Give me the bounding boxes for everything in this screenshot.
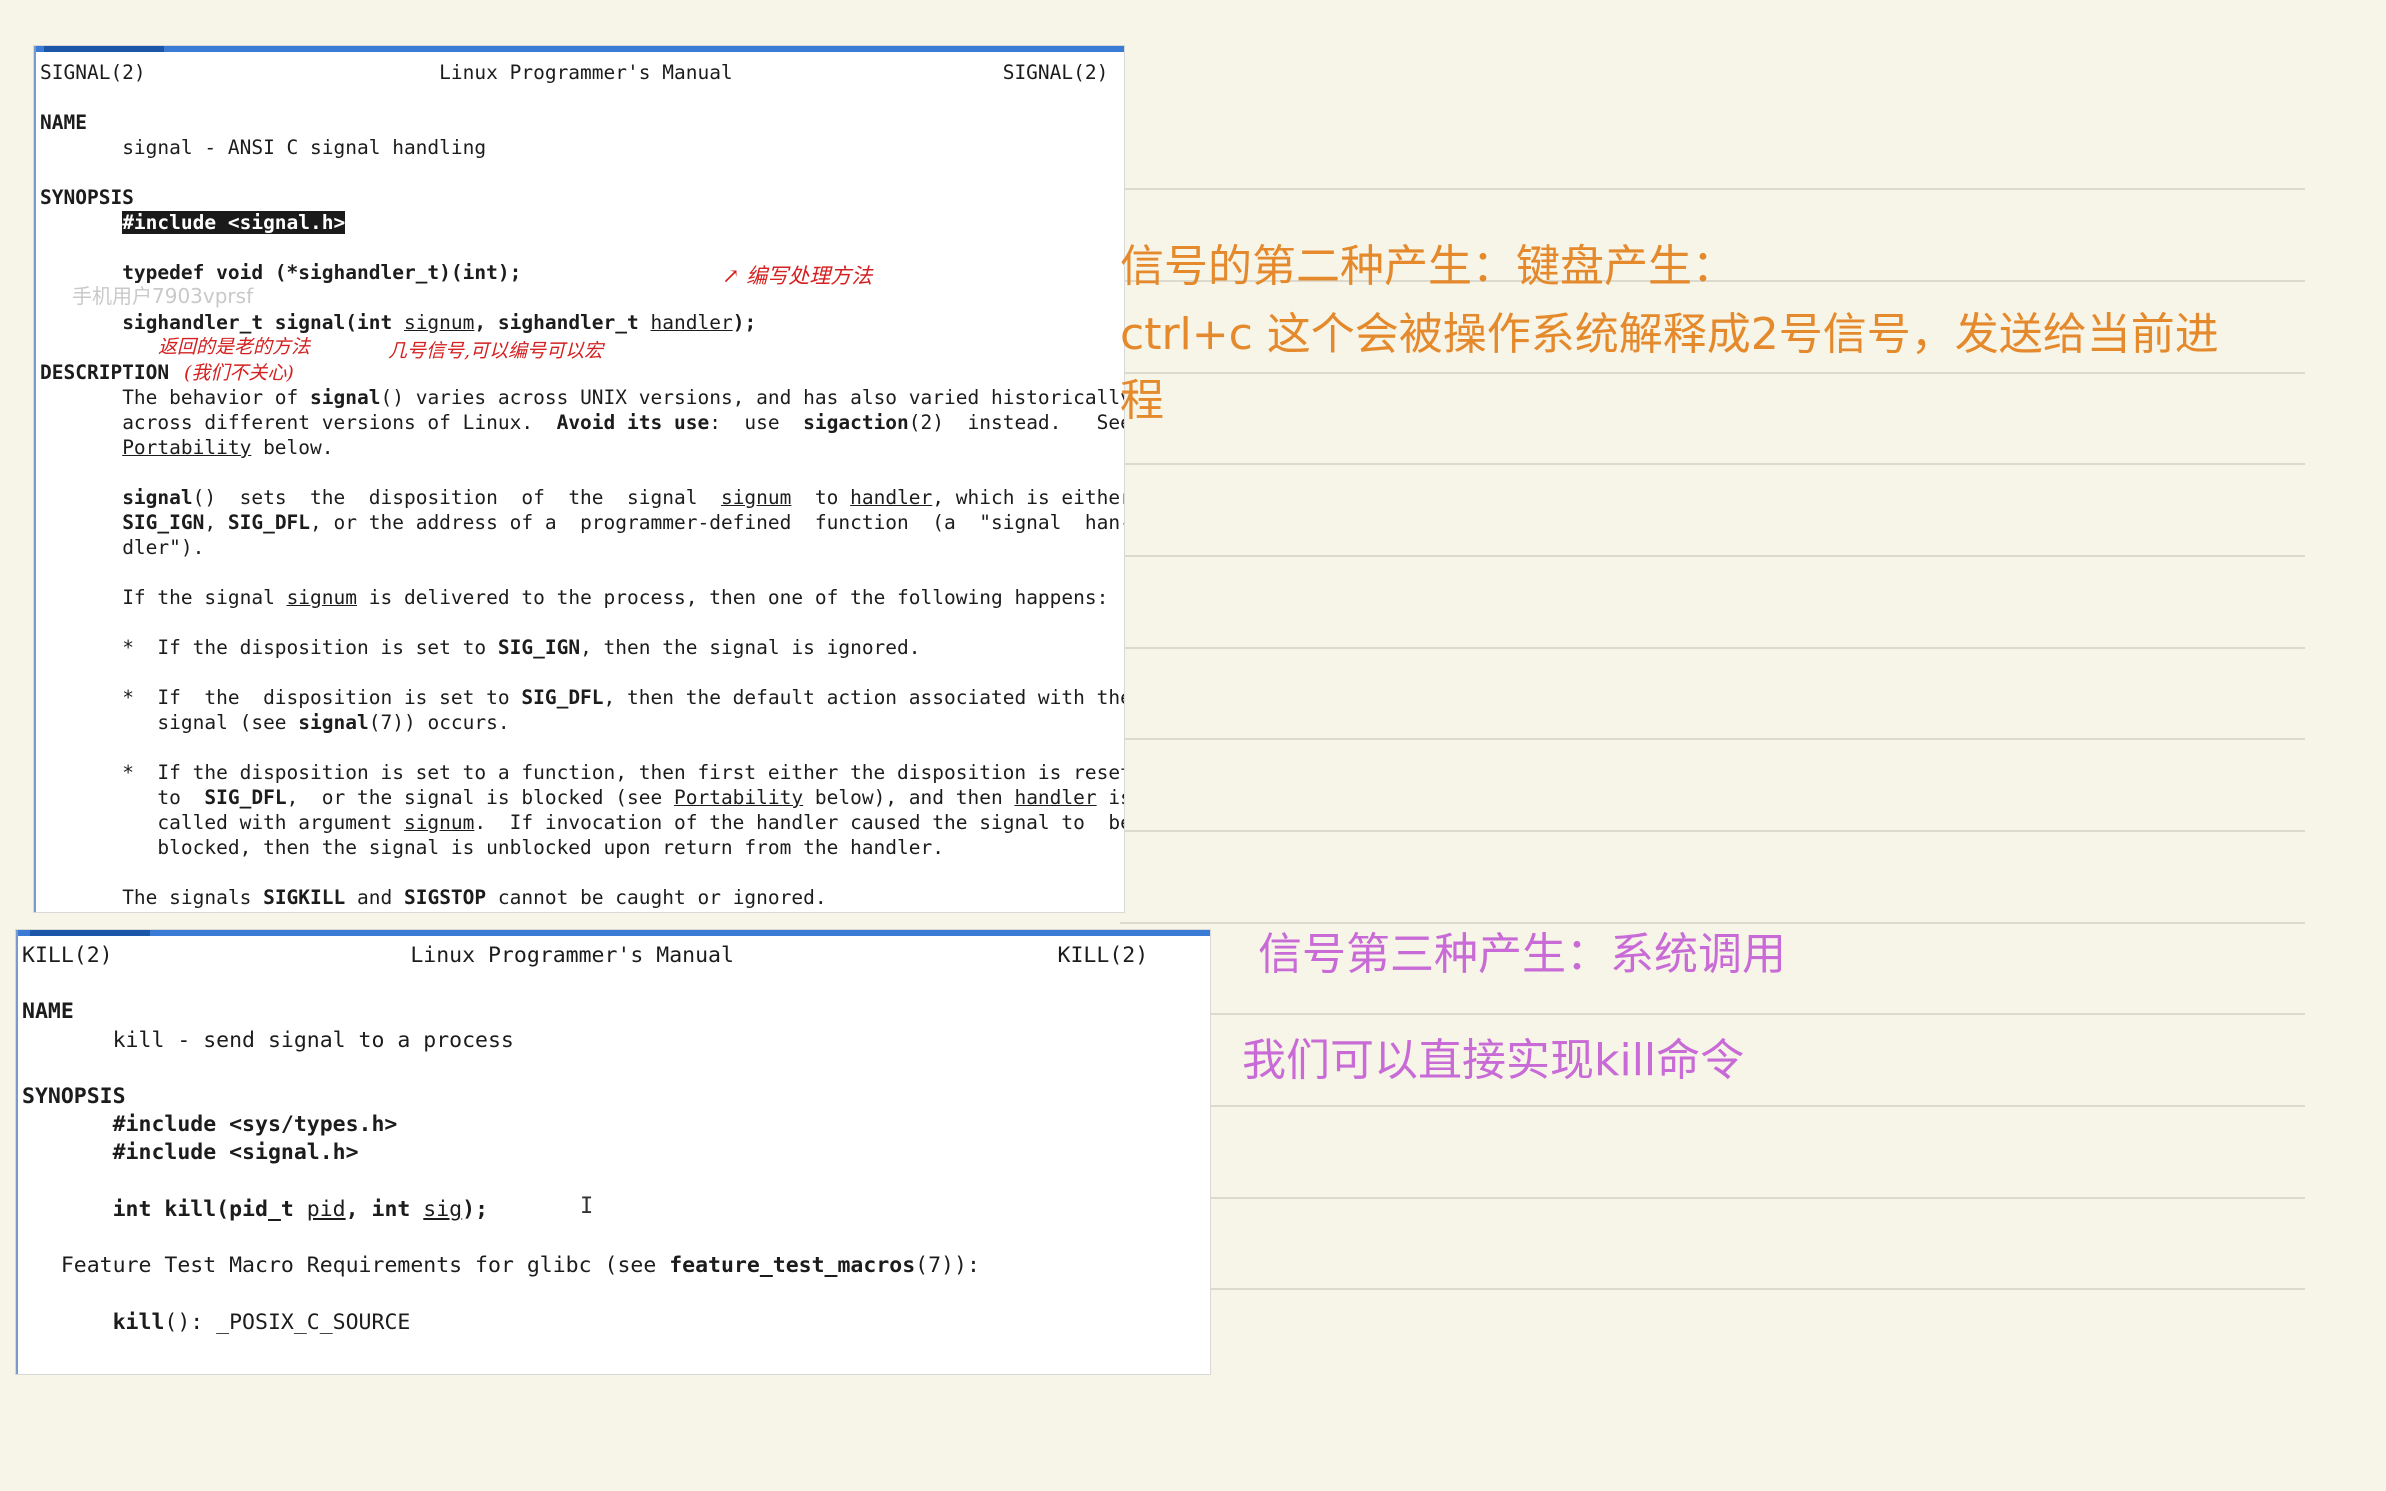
kill-manpage-text: KILL(2) Linux Programmer's Manual KILL(2… [22,943,1149,1335]
terminal-titlebar [34,46,1124,52]
kill-manpage-screenshot: KILL(2) Linux Programmer's Manual KILL(2… [16,930,1210,1374]
section-description: DESCRIPTION [40,361,170,384]
section-name: NAME [40,111,87,134]
include-selected: #include <signal.h> [122,211,346,234]
signal-manpage-text: SIGNAL(2) Linux Programmer's Manual SIGN… [40,61,1124,909]
name-text: signal - ANSI C signal handling [122,136,487,159]
terminal-titlebar [16,930,1210,936]
man-header-center: Linux Programmer's Manual [439,61,733,84]
man-header-center: Linux Programmer's Manual [410,943,734,968]
man-header-right: SIGNAL(2) [1002,61,1109,84]
man-header-left: KILL(2) [22,943,113,968]
handwritten-signum-note: 几号信号,可以编号可以宏 [388,340,604,362]
handwritten-return-note: 返回的是老的方法 [158,336,311,358]
user-watermark: 手机用户7903vprsf [72,284,254,308]
note-kill-command: 我们可以直接实现kill命令 [1242,1035,1745,1086]
note-ctrl-c-cont: 程 [1120,375,1164,426]
man-header-right: KILL(2) [1057,943,1149,968]
section-synopsis: SYNOPSIS [40,186,134,209]
name-text: kill - send signal to a process [112,1027,514,1053]
text-cursor-icon: I [580,1194,594,1219]
note-keyboard-signal: 信号的第二种产生：键盘产生： [1120,241,1736,292]
terminal-tab [44,46,164,52]
section-name: NAME [22,999,74,1025]
terminal-tab [30,930,150,936]
handwritten-handler-note: ↗ 编写处理方法 [722,264,873,288]
signal-manpage-screenshot: SIGNAL(2) Linux Programmer's Manual SIGN… [34,46,1124,912]
man-header-left: SIGNAL(2) [40,61,146,84]
handwritten-return-note-2: (我们不关心) [184,362,294,384]
note-ctrl-c: ctrl+c 这个会被操作系统解释成2号信号，发送给当前进 [1120,309,2219,360]
section-synopsis: SYNOPSIS [22,1084,126,1110]
note-syscall-signal: 信号第三种产生：系统调用 [1258,929,1786,980]
